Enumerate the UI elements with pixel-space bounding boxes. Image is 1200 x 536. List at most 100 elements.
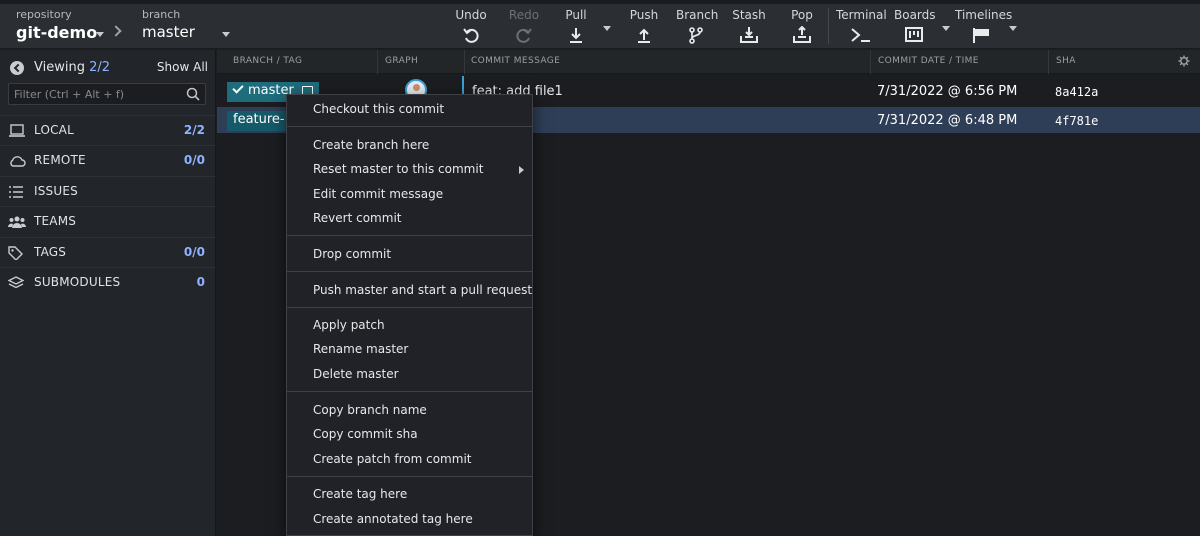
sidebar-item-label: REMOTE (34, 153, 86, 167)
stash-icon (740, 27, 758, 43)
menu-item-delete-master[interactable]: Delete master (313, 367, 399, 381)
sidebar-item-submodules[interactable]: SUBMODULES 0 (0, 267, 215, 297)
repository-label: repository (16, 8, 72, 21)
menu-item-copy-branch-name[interactable]: Copy branch name (313, 403, 427, 417)
branch-chip-label: feature-1 (233, 112, 293, 127)
menu-item-create-branch[interactable]: Create branch here (313, 138, 429, 152)
column-header-commit-message[interactable]: COMMIT MESSAGE (471, 56, 560, 66)
viewing-count: 2/2 (89, 60, 111, 75)
boards-dropdown-icon[interactable] (942, 26, 950, 31)
repository-name[interactable]: git-demo (16, 23, 97, 42)
commit-context-menu: Checkout this commit Create branch here … (286, 94, 533, 536)
filter-box[interactable] (8, 83, 206, 105)
stash-button[interactable]: Stash (732, 8, 766, 44)
sidebar-item-tags[interactable]: TAGS 0/0 (0, 237, 215, 267)
pop-button[interactable]: Pop (788, 8, 816, 44)
pop-label: Pop (791, 8, 813, 22)
sidebar-item-count: 0/0 (183, 153, 205, 167)
pop-icon (793, 26, 811, 43)
grid-header: BRANCH / TAG GRAPH COMMIT MESSAGE COMMIT… (217, 50, 1200, 74)
branch-button[interactable]: Branch (676, 8, 719, 44)
repository-selector[interactable]: repository git-demo (16, 8, 97, 42)
toolbar: repository git-demo branch master Undo R… (0, 0, 1200, 49)
sidebar-item-count: 0/0 (183, 245, 205, 259)
timelines-button[interactable]: Timelines (955, 8, 1013, 44)
sidebar-item-count: 2/2 (183, 123, 205, 137)
sidebar-item-teams[interactable]: TEAMS (0, 206, 215, 236)
timelines-dropdown-icon[interactable] (1009, 26, 1017, 31)
gear-icon[interactable] (1178, 55, 1190, 67)
undo-label: Undo (455, 8, 487, 22)
show-all-button[interactable]: Show All (157, 60, 208, 74)
repository-dropdown-icon[interactable] (96, 32, 104, 37)
viewing-row: Viewing 2/2 Show All (8, 59, 208, 79)
branch-dropdown-icon[interactable] (222, 32, 230, 37)
sidebar-item-remote[interactable]: REMOTE 0/0 (0, 145, 215, 175)
menu-item-apply-patch[interactable]: Apply patch (313, 318, 385, 332)
menu-item-create-annotated-tag[interactable]: Create annotated tag here (313, 512, 473, 526)
viewing-label: Viewing 2/2 (34, 60, 110, 75)
menu-item-edit-commit-message[interactable]: Edit commit message (313, 187, 443, 201)
column-divider[interactable] (1048, 50, 1049, 74)
column-header-branch-tag[interactable]: BRANCH / TAG (233, 56, 302, 66)
branch-button-label: Branch (676, 8, 719, 22)
commit-sha: 8a412a (1055, 85, 1099, 99)
terminal-label: Terminal (836, 8, 887, 22)
checkmark-icon (232, 82, 244, 94)
pull-label: Pull (565, 8, 587, 22)
timelines-icon (973, 28, 989, 43)
push-button[interactable]: Push (628, 8, 660, 44)
column-header-sha[interactable]: SHA (1056, 56, 1076, 66)
menu-item-push-and-pull-request[interactable]: Push master and start a pull request (313, 283, 532, 297)
column-divider[interactable] (870, 50, 871, 74)
branch-name[interactable]: master (142, 23, 195, 41)
commit-sha: 4f781e (1055, 114, 1099, 128)
branch-label: branch (142, 8, 181, 21)
stash-label: Stash (732, 8, 766, 22)
toolbar-divider (828, 8, 829, 44)
terminal-icon (851, 28, 870, 42)
column-header-commit-date[interactable]: COMMIT DATE / TIME (878, 56, 979, 66)
sidebar-item-label: ISSUES (34, 184, 78, 198)
terminal-button[interactable]: Terminal (836, 8, 887, 44)
column-divider[interactable] (377, 50, 378, 74)
sidebar-item-label: TEAMS (34, 214, 77, 228)
menu-item-revert-commit[interactable]: Revert commit (313, 211, 401, 225)
menu-item-checkout-commit[interactable]: Checkout this commit (313, 102, 444, 116)
pull-dropdown-icon[interactable] (603, 26, 611, 31)
commit-date: 7/31/2022 @ 6:48 PM (877, 113, 1018, 128)
tag-icon (8, 246, 23, 260)
branch-selector[interactable]: branch master (142, 8, 195, 41)
sidebar-item-count: 0 (196, 275, 205, 289)
sidebar-item-issues[interactable]: ISSUES (0, 176, 215, 206)
menu-item-create-patch[interactable]: Create patch from commit (313, 452, 471, 466)
pull-button[interactable]: Pull (562, 8, 590, 44)
filter-input[interactable] (9, 84, 179, 104)
redo-button[interactable]: Redo (506, 8, 542, 44)
sidebar-item-label: LOCAL (34, 123, 74, 137)
back-arrow-icon[interactable] (10, 61, 24, 75)
menu-separator (287, 476, 532, 477)
list-icon (9, 186, 23, 198)
left-sidebar: Viewing 2/2 Show All LOCAL 2/2 REMOTE 0/… (0, 50, 216, 536)
menu-item-copy-commit-sha[interactable]: Copy commit sha (313, 427, 418, 441)
sidebar-item-local[interactable]: LOCAL 2/2 (0, 115, 215, 145)
menu-item-create-tag[interactable]: Create tag here (313, 487, 407, 501)
column-header-graph[interactable]: GRAPH (385, 56, 418, 66)
viewing-text: Viewing (34, 60, 85, 75)
menu-item-reset-master[interactable]: Reset master to this commit (313, 162, 483, 176)
undo-button[interactable]: Undo (452, 8, 490, 44)
cloud-icon (10, 156, 26, 167)
column-divider[interactable] (464, 50, 465, 74)
chevron-right-icon (110, 25, 122, 37)
menu-item-drop-commit[interactable]: Drop commit (313, 247, 391, 261)
redo-icon (516, 28, 532, 43)
submenu-arrow-icon (519, 166, 524, 174)
menu-separator (287, 307, 532, 308)
timelines-label: Timelines (955, 8, 1013, 22)
commit-date: 7/31/2022 @ 6:56 PM (877, 84, 1018, 99)
sidebar-item-label: SUBMODULES (34, 275, 121, 289)
boards-button[interactable]: Boards (894, 8, 936, 44)
menu-item-rename-master[interactable]: Rename master (313, 342, 408, 356)
redo-label: Redo (508, 8, 540, 22)
